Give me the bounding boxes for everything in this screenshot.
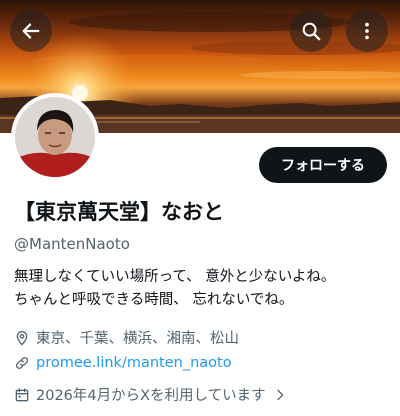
link-icon <box>15 357 29 369</box>
display-name: 【東京萬天堂】なおと <box>14 200 224 224</box>
website-row: promee.link/manten_naoto <box>14 355 232 371</box>
profile-avatar[interactable] <box>11 93 99 181</box>
location-pin-icon <box>16 330 28 346</box>
joined-row[interactable]: 2026年4月からXを利用しています <box>14 384 294 405</box>
arrow-left-icon <box>22 23 40 39</box>
more-options-button[interactable] <box>346 10 388 52</box>
chevron-right-icon <box>276 389 283 400</box>
search-icon <box>302 22 321 41</box>
joined-text: 2026年4月からXを利用しています <box>36 388 266 404</box>
calendar-icon <box>15 387 29 401</box>
user-handle: @MantenNaoto <box>14 235 130 253</box>
website-link[interactable]: promee.link/manten_naoto <box>36 355 232 371</box>
back-button[interactable] <box>10 10 52 52</box>
avatar-photo <box>15 97 95 177</box>
follow-button[interactable]: フォローする <box>259 147 387 183</box>
more-vertical-icon <box>365 22 369 40</box>
bio-line: ちゃんと呼吸できる時間、 忘れないでね。 <box>14 292 294 308</box>
profile-bio: 無理しなくていい場所って、 意外と少ないよね。 ちゃんと呼吸できる時間、 忘れな… <box>14 266 335 312</box>
search-button[interactable] <box>290 10 332 52</box>
location-row: 東京、千葉、横浜、湘南、松山 <box>14 327 239 348</box>
bio-line: 無理しなくていい場所って、 意外と少ないよね。 <box>14 269 336 285</box>
location-text: 東京、千葉、横浜、湘南、松山 <box>36 331 239 347</box>
